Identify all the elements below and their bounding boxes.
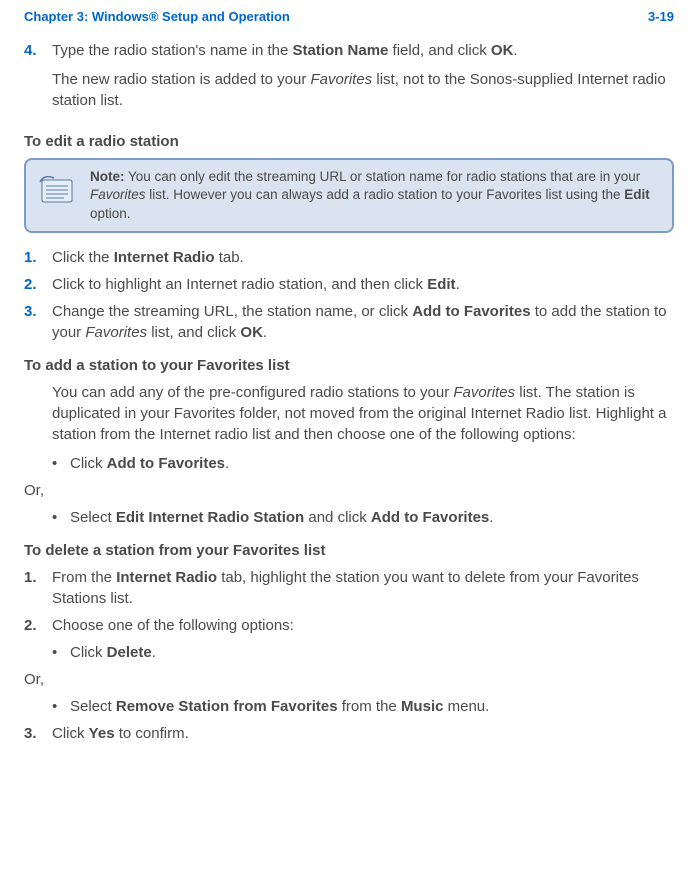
step-number: 4. bbox=[24, 40, 52, 119]
text-italic: Favorites bbox=[85, 324, 147, 341]
text: . bbox=[152, 644, 156, 661]
text: You can only edit the streaming URL or s… bbox=[125, 169, 641, 184]
step-number: 3. bbox=[24, 301, 52, 343]
step-body: Choose one of the following options: bbox=[52, 615, 674, 636]
delete-step-1: 1. From the Internet Radio tab, highligh… bbox=[24, 567, 674, 609]
note-label: Note: bbox=[90, 169, 125, 184]
text: Click bbox=[52, 725, 89, 742]
heading-add-favorites: To add a station to your Favorites list bbox=[24, 355, 674, 376]
delete-bullet-1: • Click Delete. bbox=[52, 642, 674, 663]
bullet-dot: • bbox=[52, 642, 70, 663]
text: to confirm. bbox=[115, 725, 189, 742]
add-bullet-1: • Click Add to Favorites. bbox=[52, 453, 674, 474]
text-bold: Add to Favorites bbox=[412, 303, 530, 320]
text-bold: Delete bbox=[107, 644, 152, 661]
step-body: Click Yes to confirm. bbox=[52, 723, 674, 744]
heading-delete-favorites: To delete a station from your Favorites … bbox=[24, 540, 674, 561]
text: Select bbox=[70, 509, 116, 526]
text: tab. bbox=[215, 249, 244, 266]
text: and click bbox=[304, 509, 371, 526]
text-bold: Internet Radio bbox=[114, 249, 215, 266]
text: Click to highlight an Internet radio sta… bbox=[52, 276, 427, 293]
text-bold: OK bbox=[240, 324, 263, 341]
chapter-title: Chapter 3: Windows® Setup and Operation bbox=[24, 8, 290, 26]
step-number: 1. bbox=[24, 567, 52, 609]
text: You can add any of the pre-configured ra… bbox=[52, 384, 453, 401]
step-4: 4. Type the radio station's name in the … bbox=[24, 40, 674, 119]
text-bold: Internet Radio bbox=[116, 569, 217, 586]
text-italic: Favorites bbox=[311, 71, 373, 88]
delete-step-2: 2. Choose one of the following options: bbox=[24, 615, 674, 636]
edit-step-3: 3. Change the streaming URL, the station… bbox=[24, 301, 674, 343]
edit-step-1: 1. Click the Internet Radio tab. bbox=[24, 247, 674, 268]
text: menu. bbox=[443, 698, 489, 715]
text-bold: Edit Internet Radio Station bbox=[116, 509, 304, 526]
bullet-body: Click Delete. bbox=[70, 642, 674, 663]
text-bold: Edit bbox=[624, 187, 650, 202]
page-number: 3-19 bbox=[648, 8, 674, 26]
bullet-body: Select Edit Internet Radio Station and c… bbox=[70, 507, 674, 528]
step-body: Click to highlight an Internet radio sta… bbox=[52, 274, 674, 295]
text: . bbox=[263, 324, 267, 341]
text-italic: Favorites bbox=[90, 187, 146, 202]
step-number: 2. bbox=[24, 274, 52, 295]
text-bold: Add to Favorites bbox=[107, 455, 225, 472]
note-text: Note: You can only edit the streaming UR… bbox=[90, 168, 662, 223]
note-icon bbox=[36, 170, 80, 206]
step-number: 2. bbox=[24, 615, 52, 636]
step-body: From the Internet Radio tab, highlight t… bbox=[52, 567, 674, 609]
text: Click the bbox=[52, 249, 114, 266]
bullet-dot: • bbox=[52, 507, 70, 528]
text: Choose one of the following options: bbox=[52, 617, 294, 634]
add-paragraph: You can add any of the pre-configured ra… bbox=[52, 382, 674, 445]
bullet-body: Select Remove Station from Favorites fro… bbox=[70, 696, 674, 717]
text: list. However you can always add a radio… bbox=[146, 187, 625, 202]
page-header: Chapter 3: Windows® Setup and Operation … bbox=[24, 0, 674, 40]
delete-bullet-2: • Select Remove Station from Favorites f… bbox=[52, 696, 674, 717]
text: . bbox=[489, 509, 493, 526]
text: The new radio station is added to your bbox=[52, 71, 311, 88]
text: Change the streaming URL, the station na… bbox=[52, 303, 412, 320]
text: . bbox=[456, 276, 460, 293]
step-body: Type the radio station's name in the Sta… bbox=[52, 40, 674, 119]
bullet-dot: • bbox=[52, 696, 70, 717]
or-text: Or, bbox=[24, 480, 674, 501]
text: . bbox=[225, 455, 229, 472]
or-text: Or, bbox=[24, 669, 674, 690]
bullet-body: Click Add to Favorites. bbox=[70, 453, 674, 474]
text: Type the radio station's name in the bbox=[52, 42, 293, 59]
delete-step-3: 3. Click Yes to confirm. bbox=[24, 723, 674, 744]
text: Select bbox=[70, 698, 116, 715]
text: From the bbox=[52, 569, 116, 586]
step-body: Click the Internet Radio tab. bbox=[52, 247, 674, 268]
text: Click bbox=[70, 644, 107, 661]
note-box: Note: You can only edit the streaming UR… bbox=[24, 158, 674, 233]
text: list, and click bbox=[147, 324, 240, 341]
edit-step-2: 2. Click to highlight an Internet radio … bbox=[24, 274, 674, 295]
heading-edit-station: To edit a radio station bbox=[24, 131, 674, 152]
text: field, and click bbox=[388, 42, 491, 59]
text: Click bbox=[70, 455, 107, 472]
text: from the bbox=[338, 698, 401, 715]
text-italic: Favorites bbox=[453, 384, 515, 401]
bullet-dot: • bbox=[52, 453, 70, 474]
text-bold: Add to Favorites bbox=[371, 509, 489, 526]
text-bold: Edit bbox=[427, 276, 455, 293]
text-bold: Yes bbox=[89, 725, 115, 742]
text: . bbox=[513, 42, 517, 59]
text: option. bbox=[90, 206, 131, 221]
step-body: Change the streaming URL, the station na… bbox=[52, 301, 674, 343]
step-number: 3. bbox=[24, 723, 52, 744]
step-number: 1. bbox=[24, 247, 52, 268]
add-bullet-2: • Select Edit Internet Radio Station and… bbox=[52, 507, 674, 528]
text-bold: Remove Station from Favorites bbox=[116, 698, 338, 715]
text-bold: OK bbox=[491, 42, 514, 59]
text-bold: Station Name bbox=[293, 42, 389, 59]
text-bold: Music bbox=[401, 698, 444, 715]
